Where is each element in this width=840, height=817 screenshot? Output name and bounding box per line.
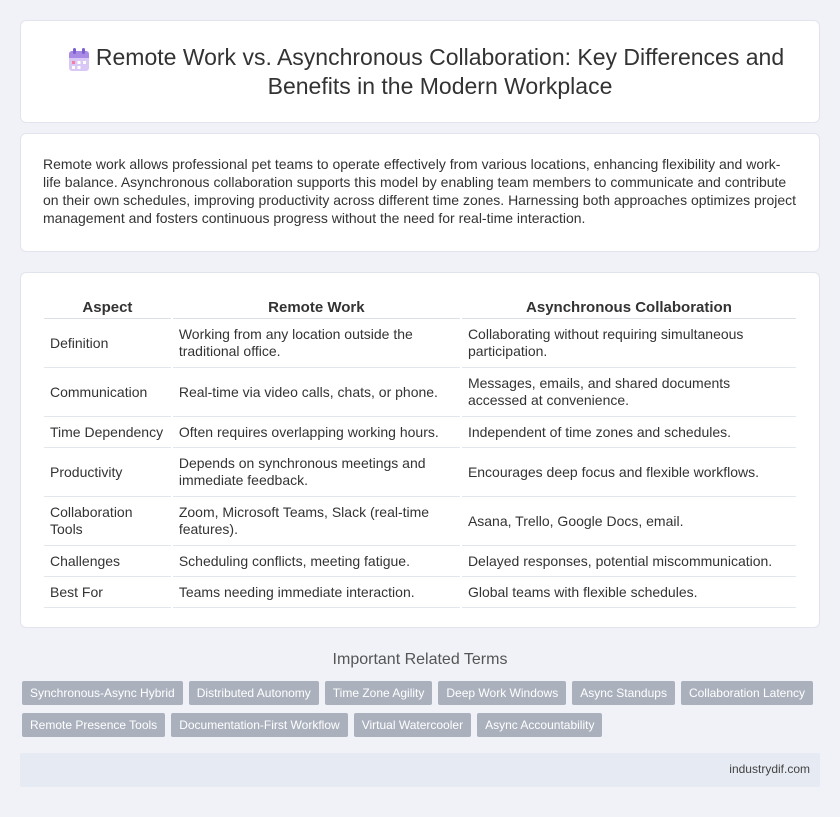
remote-work-cell: Scheduling conflicts, meeting fatigue. [172,546,460,577]
related-term-tag[interactable]: Collaboration Latency [680,681,814,705]
table-row: Productivity Depends on synchronous meet… [44,448,796,497]
related-term-tag[interactable]: Time Zone Agility [324,681,433,705]
aspect-cell: Definition [44,319,171,368]
related-term-tag[interactable]: Synchronous-Async Hybrid [22,681,183,705]
table-row: Challenges Scheduling conflicts, meeting… [44,546,796,577]
footer-site-link[interactable]: industrydif.com [729,762,810,776]
table-row: Time Dependency Often requires overlappi… [44,417,796,448]
aspect-cell: Challenges [44,546,171,577]
table-header-row: Aspect Remote Work Asynchronous Collabor… [44,297,796,319]
tag-row: Remote Presence Tools Documentation-Firs… [22,713,822,737]
column-header: Aspect [44,297,171,319]
table-row: Collaboration Tools Zoom, Microsoft Team… [44,497,796,546]
related-term-tag[interactable]: Deep Work Windows [438,681,567,705]
table-row: Definition Working from any location out… [44,319,796,368]
table-row: Best For Teams needing immediate interac… [44,577,796,608]
column-header: Asynchronous Collaboration [461,297,796,319]
related-term-tag[interactable]: Virtual Watercooler [353,713,472,737]
related-terms-tags: Synchronous-Async Hybrid Distributed Aut… [22,681,822,745]
footer-bar: industrydif.com [20,753,820,787]
related-term-tag[interactable]: Documentation-First Workflow [171,713,348,737]
related-term-tag[interactable]: Distributed Autonomy [188,681,319,705]
comparison-table: Aspect Remote Work Asynchronous Collabor… [42,297,798,608]
remote-work-cell: Depends on synchronous meetings and imme… [172,448,460,497]
related-terms-heading: Important Related Terms [332,651,508,668]
async-collab-cell: Asana, Trello, Google Docs, email. [461,497,796,546]
aspect-cell: Best For [44,577,171,608]
remote-work-cell: Zoom, Microsoft Teams, Slack (real-time … [172,497,460,546]
related-term-tag[interactable]: Async Standups [572,681,675,705]
comparison-card: Aspect Remote Work Asynchronous Collabor… [20,272,820,628]
intro-card: Remote work allows professional pet team… [20,133,820,252]
async-collab-cell: Global teams with flexible schedules. [461,577,796,608]
related-term-tag[interactable]: Async Accountability [477,713,603,737]
aspect-cell: Time Dependency [44,417,171,448]
tag-row: Synchronous-Async Hybrid Distributed Aut… [22,681,822,705]
remote-work-cell: Teams needing immediate interaction. [172,577,460,608]
remote-work-cell: Real-time via video calls, chats, or pho… [172,368,460,417]
async-collab-cell: Collaborating without requiring simultan… [461,319,796,368]
intro-paragraph: Remote work allows professional pet team… [43,156,797,226]
title-card: Remote Work vs. Asynchronous Collaborati… [20,20,820,123]
async-collab-cell: Messages, emails, and shared documents a… [461,368,796,417]
remote-work-cell: Working from any location outside the tr… [172,319,460,368]
aspect-cell: Collaboration Tools [44,497,171,546]
remote-work-cell: Often requires overlapping working hours… [172,417,460,448]
async-collab-cell: Independent of time zones and schedules. [461,417,796,448]
page-title: Remote Work vs. Asynchronous Collaborati… [95,43,785,99]
column-header: Remote Work [172,297,460,319]
async-collab-cell: Delayed responses, potential miscommunic… [461,546,796,577]
aspect-cell: Communication [44,368,171,417]
related-term-tag[interactable]: Remote Presence Tools [22,713,166,737]
async-collab-cell: Encourages deep focus and flexible workf… [461,448,796,497]
aspect-cell: Productivity [44,448,171,497]
table-row: Communication Real-time via video calls,… [44,368,796,417]
